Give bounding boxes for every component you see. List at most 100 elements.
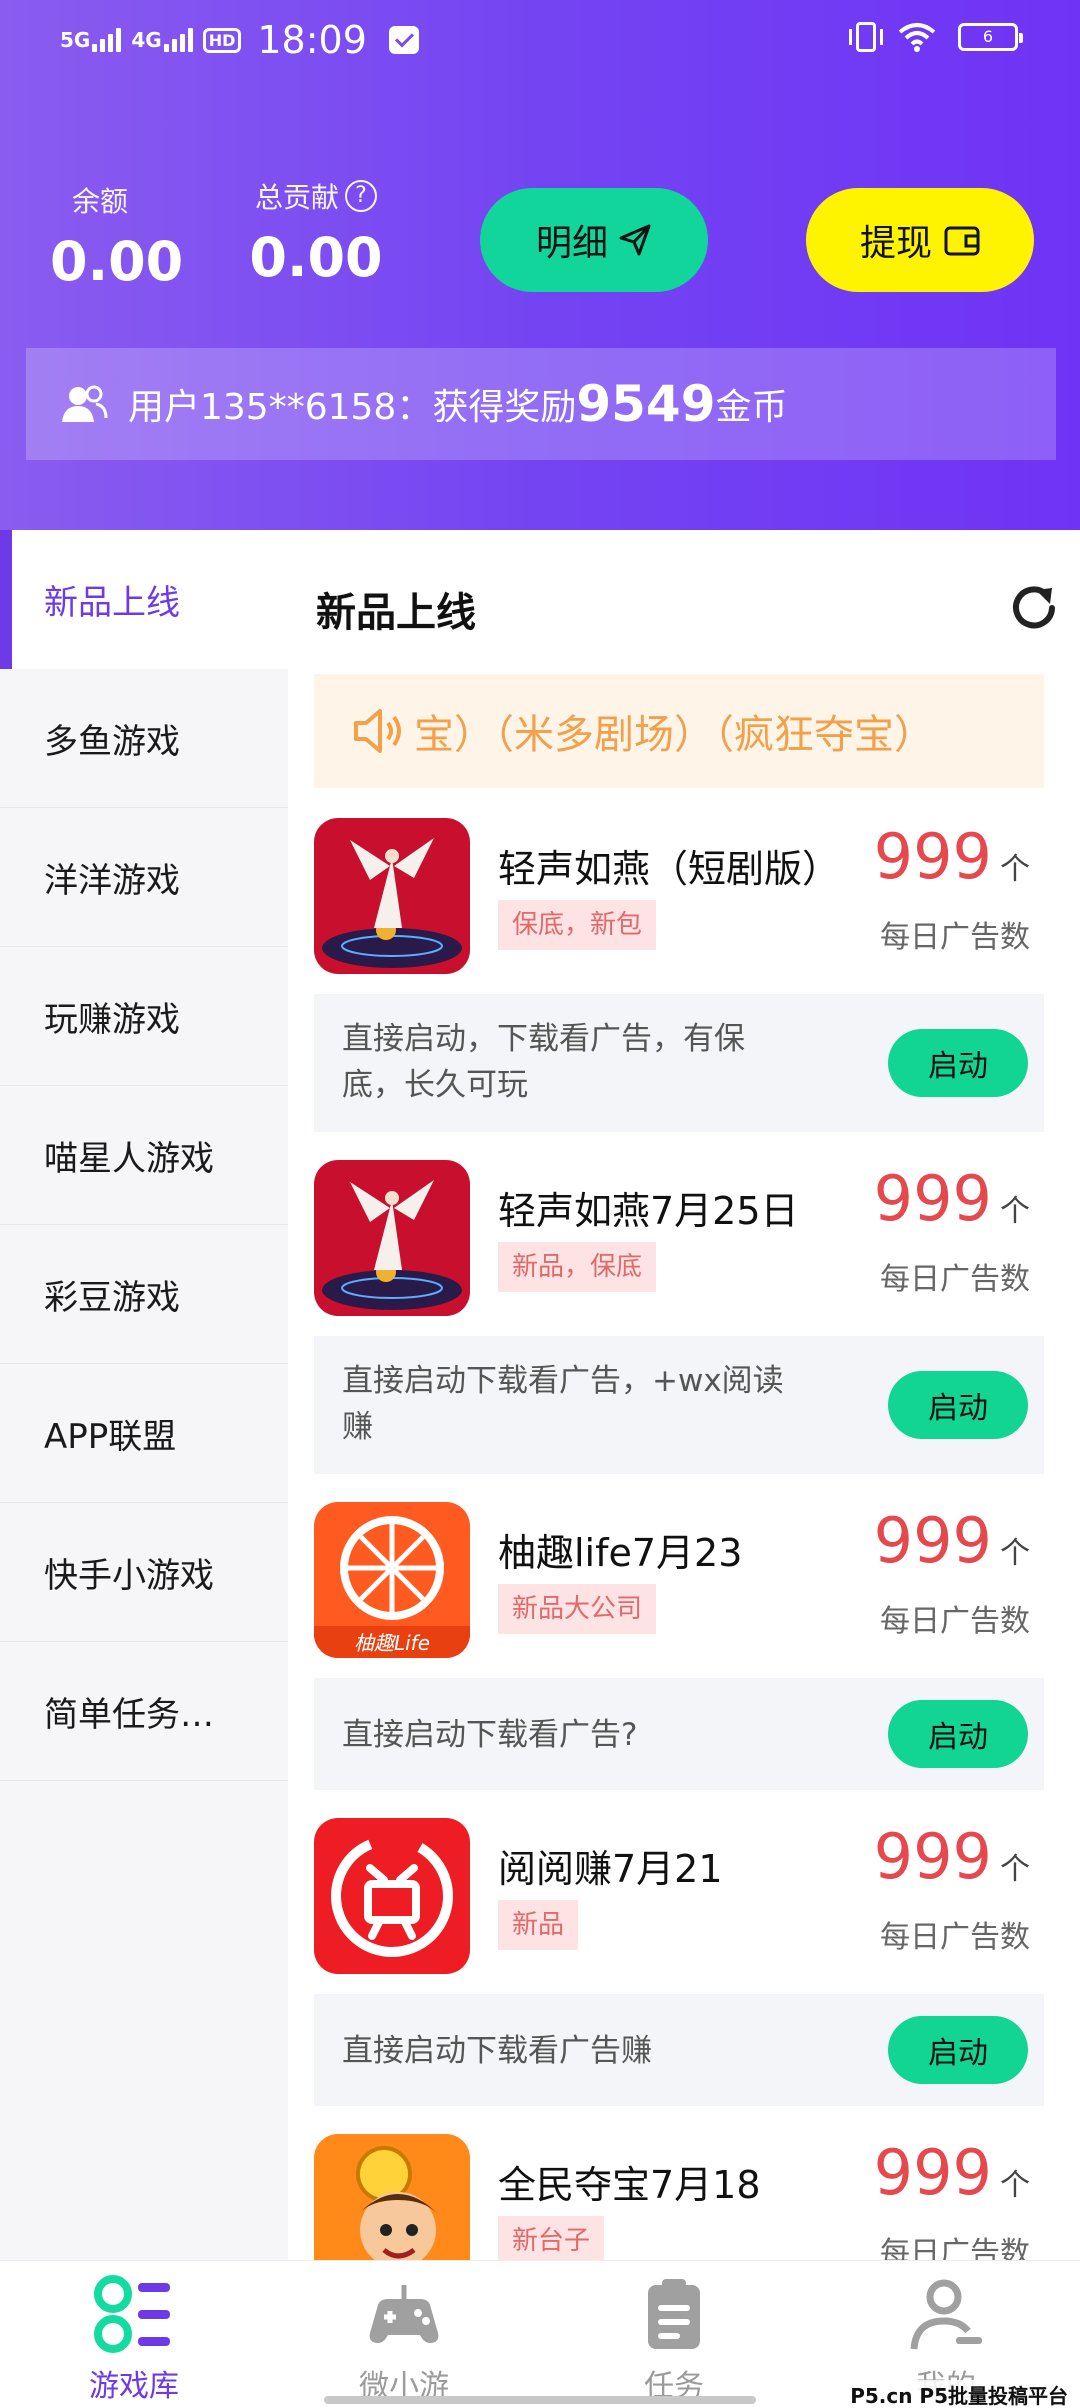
notice-amount: 9549 — [576, 375, 716, 433]
yueyuezhuan-app-icon — [314, 1818, 470, 1974]
game-card[interactable]: 阅阅赚7月21 新品 999 个 每日广告数 直接启动下载看广告赚 启动 — [314, 1818, 1044, 2108]
speaker-icon — [354, 709, 401, 753]
sidebar-item-yangyang[interactable]: 洋洋游戏 — [0, 808, 288, 947]
help-icon[interactable]: ? — [345, 180, 377, 212]
game-name: 轻声如燕7月25日 — [498, 1189, 799, 1233]
ad-count-value: 999 — [873, 1820, 992, 1893]
header: 5G 4G HD 18:09 6 余额 0.00 总贡献 ? 0.00 明细 提… — [0, 0, 1080, 530]
daily-ad-label: 每日广告数 — [880, 1604, 1030, 1639]
svg-text:柚趣Life: 柚趣Life — [354, 1631, 430, 1655]
game-description: 直接启动，下载看广告，有保 底，长久可玩 — [342, 1021, 745, 1103]
wallet-icon — [944, 226, 980, 256]
section-title: 新品上线 — [316, 590, 476, 636]
game-description-box: 直接启动下载看广告赚 启动 — [314, 1994, 1044, 2106]
game-description: 直接启动下载看广告，+wx阅读 赚 — [342, 1363, 784, 1445]
game-tag: 新品 — [498, 1900, 579, 1950]
notice-suffix: 金币 — [715, 387, 788, 428]
send-icon — [619, 224, 651, 256]
marquee-banner: 宝）（米多剧场）（疯狂夺宝） — [314, 674, 1044, 788]
withdraw-button[interactable]: 提现 — [806, 188, 1034, 292]
category-sidebar: 新品上线 多鱼游戏 洋洋游戏 玩赚游戏 喵星人游戏 彩豆游戏 APP联盟 快手小… — [0, 530, 288, 2260]
launch-button[interactable]: 启动 — [888, 2016, 1028, 2084]
sidebar-item-simple-tasks[interactable]: 简单任务… — [0, 1642, 288, 1781]
balance-label: 余额 — [71, 185, 128, 218]
game-description-box: 直接启动下载看广告? 启动 — [314, 1678, 1044, 1790]
sidebar-item-duoyu[interactable]: 多鱼游戏 — [0, 669, 288, 808]
ad-count-unit: 个 — [1000, 1194, 1030, 1229]
grapefruit-app-icon: 柚趣Life — [314, 1502, 470, 1658]
users-icon — [62, 385, 108, 422]
wifi-icon — [898, 23, 936, 52]
gamepad-icon — [369, 2285, 439, 2343]
status-bar: 5G 4G HD 18:09 6 — [0, 0, 1080, 80]
game-list: 新品上线 宝）（米多剧场）（疯狂夺宝） 轻声如燕（短剧版） 保底，新包 999 … — [288, 530, 1080, 2260]
game-card[interactable]: 轻声如燕7月25日 新品，保底 999 个 每日广告数 直接启动下载看广告，+w… — [314, 1160, 1044, 1474]
ad-count: 999 个 — [874, 826, 1030, 888]
marquee-text: 宝）（米多剧场）（疯狂夺宝） — [414, 712, 934, 758]
sidebar-item-miaoxingren[interactable]: 喵星人游戏 — [0, 1086, 288, 1225]
game-tag: 新品，保底 — [498, 1242, 657, 1292]
ad-count-unit: 个 — [1000, 1852, 1030, 1887]
ad-count-value: 999 — [873, 2136, 992, 2209]
watermark: P5.cn P5批量投稿平台 — [846, 2380, 1072, 2408]
reward-notice: 用户135**6158：获得奖励 9549 金币 — [26, 348, 1056, 460]
detail-button-label: 明细 — [535, 222, 608, 263]
ad-count: 999 个 — [874, 1826, 1030, 1888]
balance-value: 0.00 — [50, 230, 184, 293]
notification-icon — [388, 26, 419, 54]
daily-ad-label: 每日广告数 — [880, 2236, 1030, 2260]
refresh-icon[interactable] — [1006, 580, 1062, 636]
balance-stat: 余额 0.00 — [50, 180, 184, 293]
daily-ad-label: 每日广告数 — [880, 920, 1030, 955]
sidebar-item-app-alliance[interactable]: APP联盟 — [0, 1364, 288, 1503]
game-description: 直接启动下载看广告? — [342, 1717, 638, 1753]
sidebar-item-caidou[interactable]: 彩豆游戏 — [0, 1225, 288, 1364]
withdraw-button-label: 提现 — [859, 222, 932, 263]
angel-app-icon — [314, 1160, 470, 1316]
contribution-label: 总贡献 — [254, 181, 339, 214]
launch-button[interactable]: 启动 — [888, 1700, 1028, 1768]
notice-prefix: 用户135**6158：获得奖励 — [128, 387, 577, 428]
signal-4g-icon: 4G — [131, 28, 193, 52]
ad-count-unit: 个 — [1000, 852, 1030, 887]
game-tag: 新品大公司 — [498, 1584, 657, 1634]
ad-count: 999 个 — [874, 2142, 1030, 2204]
detail-button[interactable]: 明细 — [480, 188, 708, 292]
angel-app-icon — [314, 818, 470, 974]
game-description-box: 直接启动下载看广告，+wx阅读 赚 启动 — [314, 1336, 1044, 1474]
tab-label: 游戏库 — [89, 2369, 179, 2404]
game-name: 全民夺宝7月18 — [498, 2163, 761, 2207]
game-description: 直接启动下载看广告赚 — [342, 2033, 652, 2069]
sidebar-item-wanzhuan[interactable]: 玩赚游戏 — [0, 947, 288, 1086]
tab-game-library[interactable]: 游戏库 — [34, 2275, 234, 2405]
hd-icon: HD — [202, 27, 242, 53]
contribution-value: 0.00 — [249, 226, 383, 289]
launch-button[interactable]: 启动 — [888, 1029, 1028, 1097]
game-tag: 保底，新包 — [498, 900, 657, 950]
launch-button[interactable]: 启动 — [888, 1371, 1028, 1439]
tab-tasks[interactable]: 任务 — [574, 2275, 774, 2405]
ad-count-unit: 个 — [1000, 2168, 1030, 2203]
daily-ad-label: 每日广告数 — [880, 1262, 1030, 1297]
user-icon — [910, 2279, 982, 2350]
ad-count-value: 999 — [873, 1504, 992, 1577]
game-tag: 新台子 — [498, 2216, 605, 2260]
tab-mini-games[interactable]: 微小游 — [304, 2275, 504, 2405]
game-card[interactable]: 柚趣Life 柚趣life7月23 新品大公司 999 个 每日广告数 直接启动… — [314, 1502, 1044, 1792]
game-name: 轻声如燕（短剧版） — [498, 847, 841, 891]
game-card[interactable]: 轻声如燕（短剧版） 保底，新包 999 个 每日广告数 直接启动，下载看广告，有… — [314, 818, 1044, 1132]
game-card[interactable]: 全民夺宝7月18 新台子 999 个 每日广告数 — [314, 2134, 1044, 2260]
sidebar-item-new[interactable]: 新品上线 — [0, 530, 288, 669]
home-indicator[interactable] — [324, 2396, 756, 2404]
game-name: 阅阅赚7月21 — [498, 1847, 723, 1891]
contribution-stat: 总贡献 ? 0.00 — [246, 176, 386, 289]
cartoon-app-icon — [314, 2134, 470, 2260]
clipboard-icon — [648, 2279, 700, 2349]
ad-count-unit: 个 — [1000, 1536, 1030, 1571]
sidebar-item-kuaishou[interactable]: 快手小游戏 — [0, 1503, 288, 1642]
ad-count: 999 个 — [874, 1168, 1030, 1230]
ad-count: 999 个 — [874, 1510, 1030, 1572]
game-library-icon — [94, 2275, 170, 2353]
signal-5g-icon: 5G — [60, 28, 122, 52]
ad-count-value: 999 — [873, 820, 992, 893]
